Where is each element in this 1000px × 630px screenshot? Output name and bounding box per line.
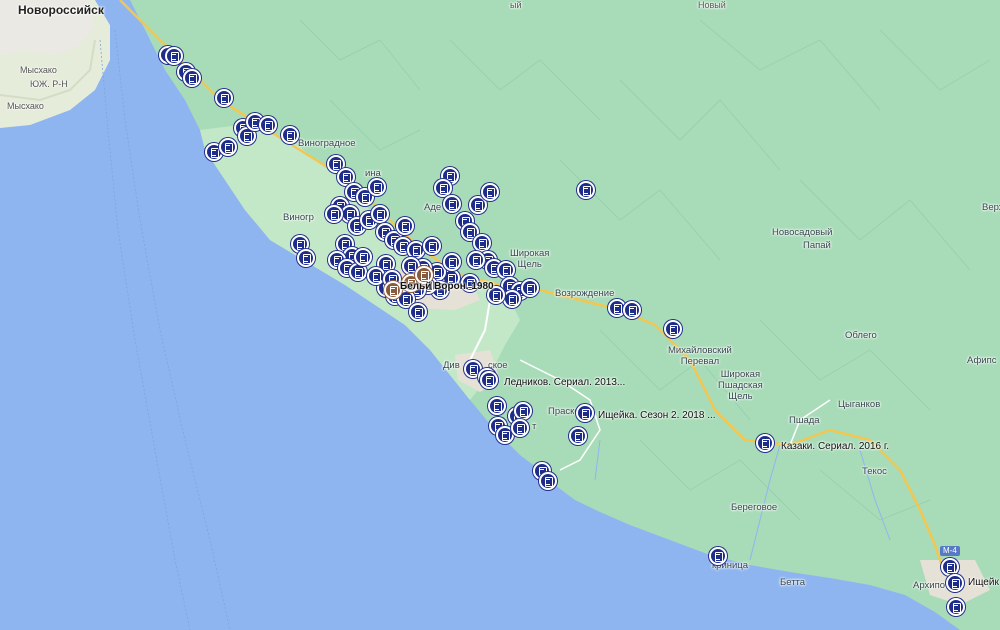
film-marker-icon[interactable] [443,253,461,271]
place-label-shirokaya-shchel: Широкая Щель [510,248,550,270]
film-marker-icon[interactable] [664,320,682,338]
place-label-myskhako: Мысхако [20,65,57,75]
film-marker-icon[interactable] [409,303,427,321]
map-canvas[interactable]: Новороссийск Мысхако ЮЖ. Р-Н Мысхако ый … [0,0,1000,630]
film-label-belye-rosy[interactable]: Бельй Ворон. 1980 [400,281,494,292]
film-marker-icon[interactable] [709,547,727,565]
film-marker-icon[interactable] [576,404,594,422]
film-marker-icon[interactable] [165,47,183,65]
film-label-ishcheyka-2[interactable]: Ищейка. Сезон 2. 2018 ... [598,410,716,421]
film-marker-icon[interactable] [521,279,539,297]
place-label-vozrozhdenie: Возрождение [555,288,615,299]
film-marker-icon[interactable] [368,178,386,196]
film-marker-icon[interactable] [577,181,595,199]
film-marker-icon[interactable] [371,205,389,223]
film-marker-icon[interactable] [497,261,515,279]
film-marker-icon[interactable] [219,138,237,156]
film-marker-icon[interactable] [467,251,485,269]
place-label-myskhako-2: Мысхако [7,101,44,111]
place-label-diva: Див [443,360,460,371]
place-label-pshada: Пшада [789,415,820,426]
film-marker-icon[interactable] [946,574,964,592]
place-label-novosadovy: Новосадовый [772,227,833,238]
film-marker-icon[interactable] [297,249,315,267]
film-marker-icon[interactable] [756,434,774,452]
place-label-yuzh-rn: ЮЖ. Р-Н [30,79,68,89]
place-label-shirokaya-pshadskaya: Широкая Пшадская Щель [718,369,763,402]
place-label-betta: Бетта [780,577,806,588]
place-label-mikhailovsky-pereval: Михайловский Перевал [668,345,732,367]
film-marker-icon[interactable] [481,183,499,201]
place-label-afips: Афипс [967,355,997,366]
film-marker-icon[interactable] [503,290,521,308]
place-label-arkhipo: Архипо [913,580,945,591]
film-label-kazaki[interactable]: Казаки. Сериал. 2016 г. [781,441,889,452]
film-marker-icon[interactable] [569,427,587,445]
place-label-ade: Аде [424,202,442,213]
film-marker-icon[interactable] [325,205,343,223]
film-marker-icon[interactable] [259,116,277,134]
film-marker-icon[interactable] [354,248,372,266]
film-marker-icon[interactable] [480,371,498,389]
place-label-t: т [532,421,537,432]
film-marker-icon[interactable] [947,598,965,616]
film-label-ishcheyka-edge[interactable]: Ищейк [968,577,999,588]
place-label-novorossiysk: Новороссийск [18,3,104,17]
film-label-lednikov[interactable]: Ледников. Сериал. 2013... [504,377,625,388]
film-marker-icon[interactable] [396,217,414,235]
place-label-novy: Новый [698,0,726,10]
place-label-vinogr: Виногр [283,212,314,223]
place-label-oblego: Облего [845,330,877,341]
place-label-verkh: Верх [982,202,1000,213]
film-marker-icon[interactable] [423,237,441,255]
place-label-praskov: Праско [548,406,580,417]
map-base-layer [0,0,1000,630]
film-marker-icon[interactable] [473,234,491,252]
film-marker-icon[interactable] [281,126,299,144]
road-shield-m4: М-4 [940,546,960,556]
film-marker-icon[interactable] [183,69,201,87]
place-label-beregovoe: Береговое [731,502,778,513]
film-marker-icon[interactable] [514,402,532,420]
place-label-vinogradnoe: Виноградное [298,138,356,149]
place-label-tsygankov: Цыганков [838,399,881,410]
film-marker-icon[interactable] [215,89,233,107]
film-marker-icon[interactable] [488,397,506,415]
film-marker-icon[interactable] [443,195,461,213]
film-marker-icon[interactable] [539,472,557,490]
place-label-top-cut: ый [510,0,522,10]
film-marker-icon[interactable] [623,301,641,319]
film-marker-icon[interactable] [511,419,529,437]
place-label-papai: Папай [803,240,831,251]
place-label-tekos: Текос [862,466,887,477]
